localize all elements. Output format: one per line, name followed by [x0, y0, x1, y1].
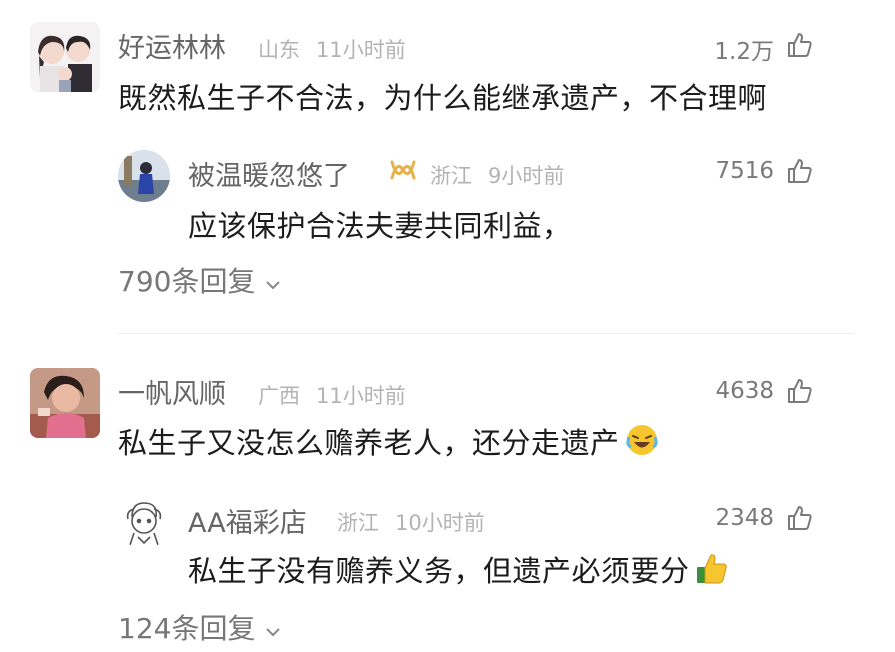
- comment-time: 11小时前: [316, 384, 406, 408]
- chevron-down-icon: [263, 624, 283, 643]
- reply-text-row: 私生子没有赡养义务，但遗产必须要分: [188, 548, 729, 590]
- like-count: 1.2万: [714, 39, 774, 65]
- reply-text: 私生子没有赡养义务，但遗产必须要分: [188, 554, 690, 588]
- view-replies-button[interactable]: 124条回复: [118, 607, 283, 647]
- thumbs-up-outline-icon[interactable]: [787, 377, 813, 405]
- like-count: 4638: [715, 378, 774, 404]
- comment-location: 山东: [258, 38, 300, 62]
- divider: [118, 333, 853, 334]
- comment-text: 私生子又没怎么赡养老人，还分走遗产: [118, 426, 620, 460]
- like-count: 2348: [715, 505, 774, 531]
- reply-username[interactable]: AA福彩店: [188, 501, 307, 540]
- view-replies-label: 790条回复: [118, 265, 256, 298]
- view-replies-button[interactable]: 790条回复: [118, 260, 283, 300]
- reply-text: 应该保护合法夫妻共同利益，: [188, 209, 572, 243]
- comment-location: 广西: [258, 384, 300, 408]
- reply-location: 浙江: [337, 511, 379, 535]
- comment-text: 既然私生子不合法，为什么能继承遗产，不合理啊: [118, 81, 768, 115]
- gold-infinity-badge-icon: [388, 158, 418, 182]
- laugh-crying-emoji-icon: [625, 423, 659, 461]
- reply-location: 浙江: [430, 164, 472, 188]
- reply-username[interactable]: 被温暖忽悠了: [188, 154, 350, 193]
- comment-time: 11小时前: [316, 38, 406, 62]
- comment-username[interactable]: 一帆风顺: [118, 372, 226, 411]
- thumbs-up-outline-icon[interactable]: [787, 31, 813, 59]
- thumbs-up-outline-icon[interactable]: [787, 157, 813, 185]
- thumbs-up-emoji-icon: [695, 551, 729, 589]
- thumbs-up-outline-icon[interactable]: [787, 504, 813, 532]
- comment-username[interactable]: 好运林林: [118, 26, 226, 65]
- comment-text-row: 私生子又没怎么赡养老人，还分走遗产: [118, 420, 659, 462]
- reply-avatar[interactable]: [118, 497, 170, 549]
- reply-time: 10小时前: [395, 511, 485, 535]
- chevron-down-icon: [263, 277, 283, 296]
- like-count: 7516: [715, 158, 774, 184]
- reply-avatar[interactable]: [118, 150, 170, 202]
- reply-time: 9小时前: [488, 164, 565, 188]
- avatar[interactable]: [30, 22, 100, 92]
- view-replies-label: 124条回复: [118, 612, 256, 645]
- avatar[interactable]: [30, 368, 100, 438]
